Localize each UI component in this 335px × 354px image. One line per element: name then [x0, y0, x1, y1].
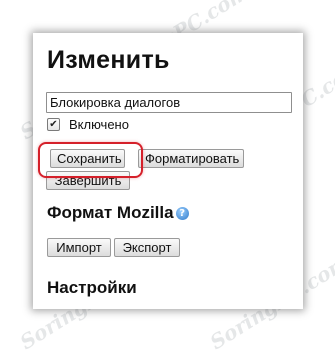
edit-panel: Изменить ✔ Включено Форматировать Заверш…	[33, 33, 303, 309]
format-button[interactable]: Форматировать	[138, 149, 244, 168]
export-button[interactable]: Экспорт	[114, 238, 180, 257]
page-title: Изменить	[47, 46, 170, 74]
enabled-checkbox[interactable]: ✔	[47, 118, 60, 131]
finish-button[interactable]: Завершить	[46, 171, 130, 190]
enabled-label: Включено	[69, 117, 129, 132]
import-button[interactable]: Импорт	[47, 238, 111, 257]
help-icon[interactable]: ?	[175, 207, 189, 220]
filter-name-input[interactable]	[46, 92, 292, 113]
mozilla-format-label: Формат Mozilla	[47, 203, 174, 222]
settings-heading: Настройки	[47, 278, 137, 297]
save-button[interactable]: Сохранить	[50, 149, 125, 168]
checkmark-icon: ✔	[49, 118, 58, 130]
mozilla-format-heading: Формат Mozilla ?	[47, 203, 189, 223]
enabled-checkbox-row[interactable]: ✔ Включено	[47, 117, 129, 132]
